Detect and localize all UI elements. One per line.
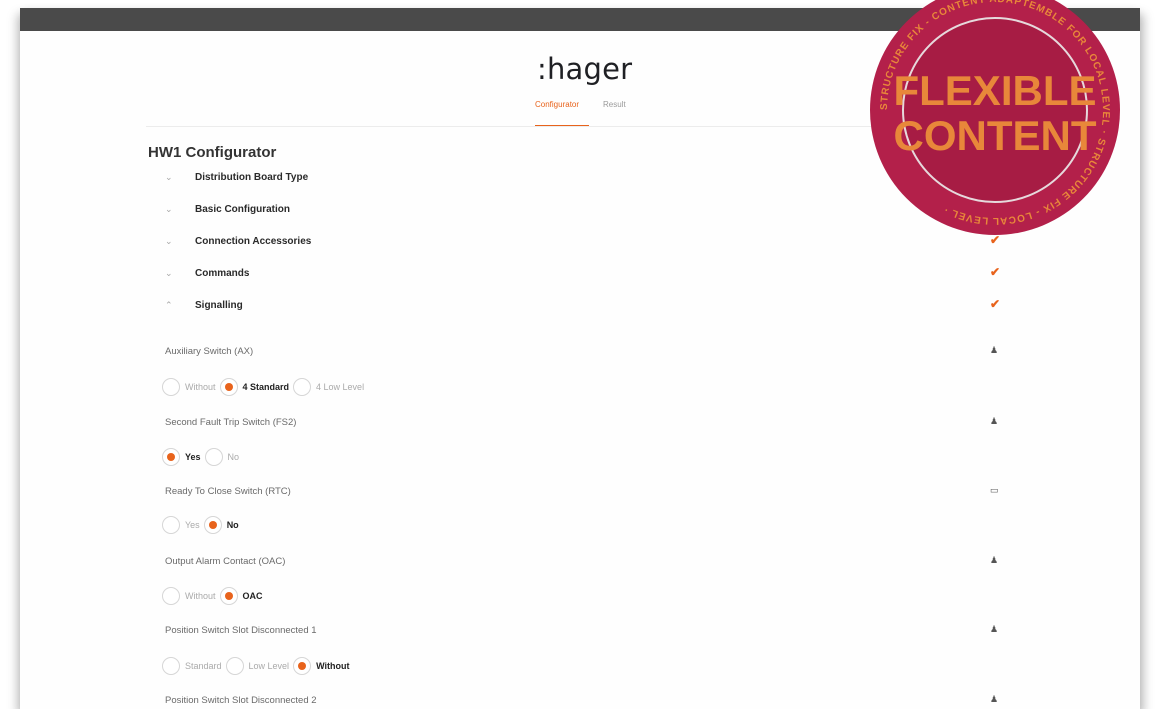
chevron-down-icon[interactable]: ⌄ bbox=[165, 172, 173, 183]
radio-option[interactable]: 4 Low Level bbox=[293, 378, 368, 396]
radio-option[interactable]: No bbox=[204, 448, 244, 466]
radio-button[interactable] bbox=[162, 516, 180, 534]
radio-button[interactable] bbox=[225, 657, 244, 675]
radio-label: OAC bbox=[242, 591, 263, 601]
field-label: Position Switch Slot Disconnected 1 bbox=[165, 625, 317, 636]
chevron-down-icon[interactable]: ⌄ bbox=[165, 204, 173, 215]
radio-button[interactable] bbox=[162, 448, 180, 466]
section-label: Commands bbox=[195, 268, 250, 279]
monitor-icon: ▭ bbox=[990, 485, 999, 495]
radio-option[interactable]: No bbox=[203, 516, 243, 534]
section-label: Basic Configuration bbox=[195, 204, 291, 215]
radio-label: No bbox=[226, 520, 239, 530]
radio-option[interactable]: Standard bbox=[162, 657, 226, 675]
chevron-up-icon[interactable]: ⌃ bbox=[165, 300, 173, 311]
radio-label: Without bbox=[185, 591, 216, 601]
accordion-section[interactable]: ⌃ Signalling ✔ bbox=[20, 297, 1140, 323]
radio-group: Yes No bbox=[162, 446, 243, 468]
field-label: Second Fault Trip Switch (FS2) bbox=[165, 417, 297, 428]
radio-label: Without bbox=[316, 661, 350, 671]
radio-option[interactable]: Without bbox=[162, 378, 220, 396]
radio-group: Without OAC bbox=[162, 585, 267, 607]
radio-option[interactable]: Low Level bbox=[225, 657, 294, 675]
chevron-down-icon[interactable]: ⌄ bbox=[165, 236, 173, 247]
radio-label: 4 Standard bbox=[242, 382, 290, 392]
radio-option[interactable]: Yes bbox=[162, 448, 205, 466]
section-label: Connection Accessories bbox=[195, 236, 312, 247]
user-icon: ♟ bbox=[990, 694, 999, 704]
accordion-section[interactable]: ⌄ Commands ✔ bbox=[20, 265, 1140, 291]
field-label: Output Alarm Contact (OAC) bbox=[165, 556, 286, 567]
user-icon: ♟ bbox=[990, 624, 999, 634]
radio-button[interactable] bbox=[162, 378, 180, 396]
radio-option[interactable]: 4 Standard bbox=[219, 378, 294, 396]
radio-button[interactable] bbox=[204, 448, 223, 466]
radio-button[interactable] bbox=[219, 587, 238, 605]
section-label: Distribution Board Type bbox=[195, 172, 309, 183]
user-icon: ♟ bbox=[990, 555, 999, 565]
flexible-content-stamp: STRUCTURE FIX - CONTENT ADAPTEMBLE FOR L… bbox=[870, 0, 1120, 235]
chevron-down-icon[interactable]: ⌄ bbox=[165, 268, 173, 279]
radio-option[interactable]: Yes bbox=[162, 516, 204, 534]
hager-logo: :hager bbox=[537, 52, 633, 86]
radio-button[interactable] bbox=[162, 657, 180, 675]
tab-result[interactable]: Result bbox=[603, 100, 626, 115]
radio-group: Without 4 Standard 4 Low Level bbox=[162, 376, 368, 398]
radio-button[interactable] bbox=[162, 587, 180, 605]
page-title: HW1 Configurator bbox=[148, 144, 277, 161]
field-label: Ready To Close Switch (RTC) bbox=[165, 486, 291, 497]
section-label: Signalling bbox=[195, 300, 243, 311]
radio-label: Standard bbox=[185, 661, 222, 671]
stamp-line-2: CONTENT bbox=[894, 112, 1097, 159]
radio-label: Without bbox=[185, 382, 216, 392]
check-icon: ✔ bbox=[990, 265, 1001, 279]
user-icon: ♟ bbox=[990, 416, 999, 426]
radio-option[interactable]: Without bbox=[293, 657, 353, 675]
radio-button[interactable] bbox=[293, 378, 312, 396]
radio-label: Low Level bbox=[248, 661, 290, 671]
check-icon: ✔ bbox=[990, 297, 1001, 311]
radio-label: No bbox=[227, 452, 240, 462]
radio-label: Yes bbox=[185, 452, 201, 462]
radio-button[interactable] bbox=[203, 516, 222, 534]
radio-button[interactable] bbox=[219, 378, 238, 396]
tab-configurator[interactable]: Configurator bbox=[535, 100, 579, 115]
stamp-line-1: FLEXIBLE bbox=[893, 67, 1096, 114]
radio-button[interactable] bbox=[293, 657, 312, 675]
radio-group: Yes No bbox=[162, 514, 243, 536]
radio-option[interactable]: Without bbox=[162, 587, 220, 605]
radio-group: Standard Low Level Without bbox=[162, 655, 353, 677]
radio-option[interactable]: OAC bbox=[219, 587, 267, 605]
field-label: Auxiliary Switch (AX) bbox=[165, 346, 254, 357]
radio-label: 4 Low Level bbox=[316, 382, 365, 392]
field-label: Position Switch Slot Disconnected 2 bbox=[165, 695, 317, 706]
radio-label: Yes bbox=[185, 520, 200, 530]
user-icon: ♟ bbox=[990, 345, 999, 355]
